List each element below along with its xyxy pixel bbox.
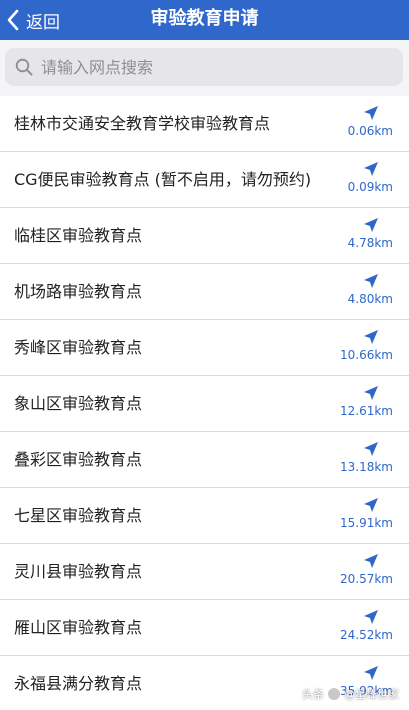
location-distance: 4.80km	[347, 292, 393, 306]
location-distance: 0.09km	[347, 180, 393, 194]
location-distance: 13.18km	[340, 460, 393, 474]
list-item[interactable]: 灵川县审验教育点 20.57km	[0, 544, 409, 600]
navigation-arrow-icon	[363, 665, 379, 681]
list-item[interactable]: 叠彩区审验教育点 13.18km	[0, 432, 409, 488]
location-name: CG便民审验教育点 (暂不启用，请勿预约)	[14, 169, 312, 189]
location-distance: 4.78km	[347, 236, 393, 250]
location-name: 叠彩区审验教育点	[14, 449, 143, 469]
navigation-arrow-icon	[363, 553, 379, 569]
location-distance: 20.57km	[340, 572, 393, 586]
search-bar[interactable]	[5, 48, 403, 86]
watermark-prefix: 头条	[302, 688, 324, 701]
navigation-arrow-icon	[363, 609, 379, 625]
back-button[interactable]: 返回	[6, 6, 60, 34]
list-item[interactable]: 临桂区审验教育点 4.78km	[0, 208, 409, 264]
location-name: 象山区审验教育点	[14, 393, 143, 413]
location-name: 灵川县审验教育点	[14, 561, 143, 581]
page-title: 审验教育申请	[150, 8, 259, 29]
search-bar-container	[0, 40, 409, 96]
navigation-arrow-icon	[363, 329, 379, 345]
navigation-arrow-icon	[363, 217, 379, 233]
list-item[interactable]: 秀峰区审验教育点 10.66km	[0, 320, 409, 376]
location-list: 桂林市交通安全教育学校审验教育点 0.06km CG便民审验教育点 (暂不启用，…	[0, 96, 409, 710]
screen: 返回 审验教育申请 桂林市交通安全教育学校审验教育点 0.06km CG便民审验…	[0, 0, 409, 710]
watermark-handle: @星峰世家	[344, 688, 399, 701]
list-item[interactable]: 雁山区审验教育点 24.52km	[0, 600, 409, 656]
list-item[interactable]: CG便民审验教育点 (暂不启用，请勿预约) 0.09km	[0, 152, 409, 208]
navigation-arrow-icon	[363, 385, 379, 401]
chevron-left-icon	[6, 9, 20, 31]
location-name: 桂林市交通安全教育学校审验教育点	[14, 113, 271, 133]
list-item[interactable]: 七星区审验教育点 15.91km	[0, 488, 409, 544]
location-name: 秀峰区审验教育点	[14, 337, 143, 357]
navigation-arrow-icon	[363, 497, 379, 513]
location-name: 永福县满分教育点	[14, 673, 143, 693]
list-item[interactable]: 桂林市交通安全教育学校审验教育点 0.06km	[0, 96, 409, 152]
watermark: 头条 @星峰世家	[302, 686, 399, 702]
location-name: 临桂区审验教育点	[14, 225, 143, 245]
location-name: 雁山区审验教育点	[14, 617, 143, 637]
navigation-arrow-icon	[363, 441, 379, 457]
location-name: 机场路审验教育点	[14, 281, 143, 301]
list-item[interactable]: 机场路审验教育点 4.80km	[0, 264, 409, 320]
location-distance: 15.91km	[340, 516, 393, 530]
back-label: 返回	[26, 12, 60, 33]
location-name: 七星区审验教育点	[14, 505, 143, 525]
search-icon	[15, 58, 33, 76]
location-distance: 12.61km	[340, 404, 393, 418]
search-input[interactable]	[41, 52, 381, 82]
location-distance: 10.66km	[340, 348, 393, 362]
navigation-arrow-icon	[363, 161, 379, 177]
location-distance: 0.06km	[347, 124, 393, 138]
navigation-arrow-icon	[363, 105, 379, 121]
watermark-avatar	[327, 687, 341, 701]
list-item[interactable]: 象山区审验教育点 12.61km	[0, 376, 409, 432]
location-distance: 24.52km	[340, 628, 393, 642]
navigation-arrow-icon	[363, 273, 379, 289]
navigation-bar: 返回 审验教育申请	[0, 0, 409, 40]
